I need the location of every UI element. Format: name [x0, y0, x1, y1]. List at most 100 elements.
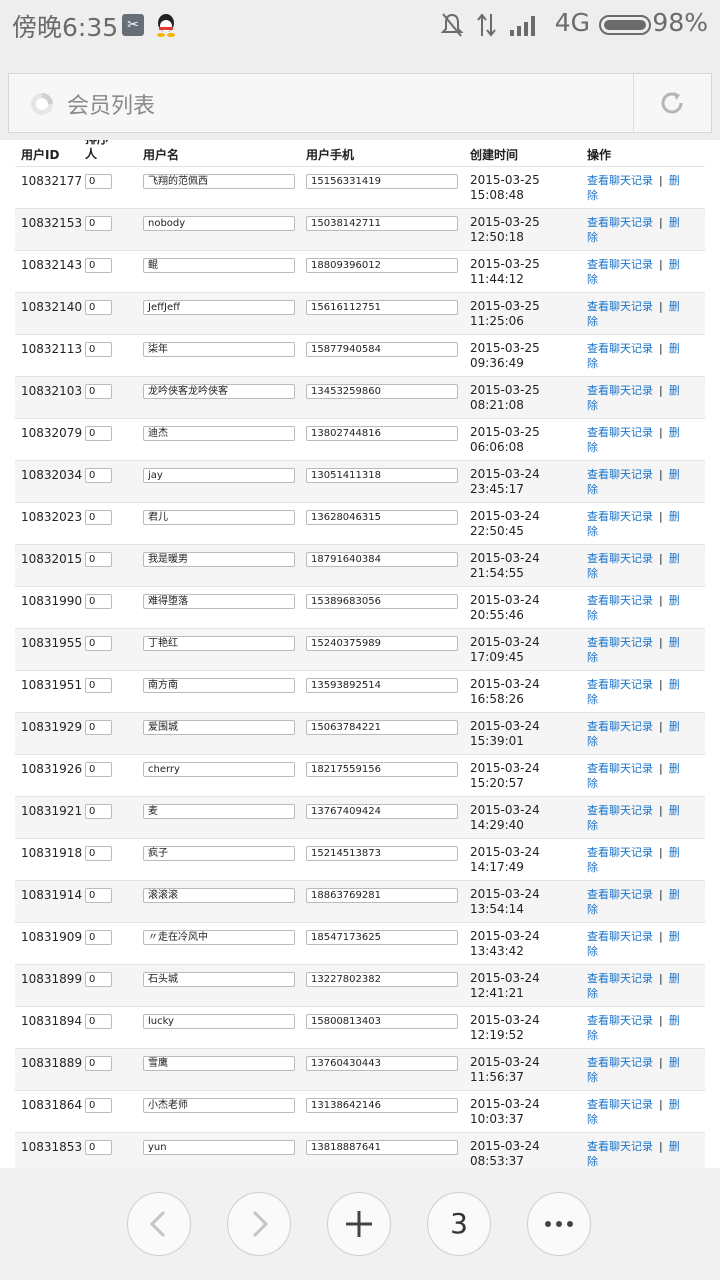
- view-chat-link[interactable]: 查看聊天记录: [587, 636, 653, 649]
- view-chat-link[interactable]: 查看聊天记录: [587, 1056, 653, 1069]
- sort-input[interactable]: 0: [85, 804, 112, 819]
- sort-input[interactable]: 0: [85, 300, 112, 315]
- view-chat-link[interactable]: 查看聊天记录: [587, 972, 653, 985]
- sort-input[interactable]: 0: [85, 1098, 112, 1113]
- phone-input[interactable]: 13802744816: [306, 426, 458, 441]
- username-input[interactable]: 丁艳红: [143, 636, 295, 651]
- sort-input[interactable]: 0: [85, 720, 112, 735]
- view-chat-link[interactable]: 查看聊天记录: [587, 678, 653, 691]
- view-chat-link[interactable]: 查看聊天记录: [587, 174, 653, 187]
- sort-input[interactable]: 0: [85, 342, 112, 357]
- view-chat-link[interactable]: 查看聊天记录: [587, 720, 653, 733]
- sort-input[interactable]: 0: [85, 216, 112, 231]
- sort-input[interactable]: 0: [85, 510, 112, 525]
- sort-input[interactable]: 0: [85, 594, 112, 609]
- forward-button[interactable]: [227, 1192, 291, 1256]
- phone-input[interactable]: 13138642146: [306, 1098, 458, 1113]
- username-input[interactable]: cherry: [143, 762, 295, 777]
- phone-input[interactable]: 15616112751: [306, 300, 458, 315]
- address-bar[interactable]: 会员列表: [8, 73, 712, 133]
- sort-input[interactable]: 0: [85, 762, 112, 777]
- view-chat-link[interactable]: 查看聊天记录: [587, 846, 653, 859]
- sort-input[interactable]: 0: [85, 1140, 112, 1155]
- view-chat-link[interactable]: 查看聊天记录: [587, 300, 653, 313]
- tab-count-button[interactable]: 3: [427, 1192, 491, 1256]
- sort-input[interactable]: 0: [85, 468, 112, 483]
- sort-input[interactable]: 0: [85, 678, 112, 693]
- phone-input[interactable]: 15038142711: [306, 216, 458, 231]
- sort-input[interactable]: 0: [85, 258, 112, 273]
- username-input[interactable]: nobody: [143, 216, 295, 231]
- view-chat-link[interactable]: 查看聊天记录: [587, 426, 653, 439]
- username-input[interactable]: 雪鹰: [143, 1056, 295, 1071]
- phone-input[interactable]: 18547173625: [306, 930, 458, 945]
- sort-input[interactable]: 0: [85, 972, 112, 987]
- username-input[interactable]: 疯子: [143, 846, 295, 861]
- username-input[interactable]: 龙吟侠客龙吟侠客: [143, 384, 295, 399]
- username-input[interactable]: 难得堕落: [143, 594, 295, 609]
- phone-input[interactable]: 13051411318: [306, 468, 458, 483]
- sort-input[interactable]: 0: [85, 888, 112, 903]
- username-input[interactable]: 石头城: [143, 972, 295, 987]
- view-chat-link[interactable]: 查看聊天记录: [587, 1098, 653, 1111]
- view-chat-link[interactable]: 查看聊天记录: [587, 216, 653, 229]
- phone-input[interactable]: 18791640384: [306, 552, 458, 567]
- phone-input[interactable]: 13593892514: [306, 678, 458, 693]
- username-input[interactable]: jay: [143, 468, 295, 483]
- sort-input[interactable]: 0: [85, 426, 112, 441]
- view-chat-link[interactable]: 查看聊天记录: [587, 510, 653, 523]
- username-input[interactable]: 南方南: [143, 678, 295, 693]
- new-tab-button[interactable]: [327, 1192, 391, 1256]
- view-chat-link[interactable]: 查看聊天记录: [587, 468, 653, 481]
- username-input[interactable]: yun: [143, 1140, 295, 1155]
- view-chat-link[interactable]: 查看聊天记录: [587, 258, 653, 271]
- username-input[interactable]: lucky: [143, 1014, 295, 1029]
- view-chat-link[interactable]: 查看聊天记录: [587, 342, 653, 355]
- view-chat-link[interactable]: 查看聊天记录: [587, 1014, 653, 1027]
- username-input[interactable]: 我是暖男: [143, 552, 295, 567]
- phone-input[interactable]: 13227802382: [306, 972, 458, 987]
- phone-input[interactable]: 13628046315: [306, 510, 458, 525]
- phone-input[interactable]: 18863769281: [306, 888, 458, 903]
- username-input[interactable]: 鲲: [143, 258, 295, 273]
- username-input[interactable]: 飞翔的范佩西: [143, 174, 295, 189]
- sort-input[interactable]: 0: [85, 1014, 112, 1029]
- username-input[interactable]: 君儿: [143, 510, 295, 525]
- view-chat-link[interactable]: 查看聊天记录: [587, 930, 653, 943]
- phone-input[interactable]: 13818887641: [306, 1140, 458, 1155]
- phone-input[interactable]: 13453259860: [306, 384, 458, 399]
- username-input[interactable]: 迪杰: [143, 426, 295, 441]
- back-button[interactable]: [127, 1192, 191, 1256]
- phone-input[interactable]: 18809396012: [306, 258, 458, 273]
- sort-input[interactable]: 0: [85, 930, 112, 945]
- sort-input[interactable]: 0: [85, 636, 112, 651]
- sort-input[interactable]: 0: [85, 174, 112, 189]
- menu-button[interactable]: [527, 1192, 591, 1256]
- phone-input[interactable]: 15214513873: [306, 846, 458, 861]
- sort-input[interactable]: 0: [85, 384, 112, 399]
- reload-icon[interactable]: [657, 88, 687, 118]
- phone-input[interactable]: 15800813403: [306, 1014, 458, 1029]
- view-chat-link[interactable]: 查看聊天记录: [587, 1140, 653, 1153]
- phone-input[interactable]: 18217559156: [306, 762, 458, 777]
- phone-input[interactable]: 15877940584: [306, 342, 458, 357]
- phone-input[interactable]: 15240375989: [306, 636, 458, 651]
- username-input[interactable]: JeffJeff: [143, 300, 295, 315]
- view-chat-link[interactable]: 查看聊天记录: [587, 762, 653, 775]
- view-chat-link[interactable]: 查看聊天记录: [587, 384, 653, 397]
- username-input[interactable]: 麦: [143, 804, 295, 819]
- phone-input[interactable]: 15063784221: [306, 720, 458, 735]
- username-input[interactable]: 滚滚滚: [143, 888, 295, 903]
- username-input[interactable]: 〃走在冷风中: [143, 930, 295, 945]
- view-chat-link[interactable]: 查看聊天记录: [587, 804, 653, 817]
- phone-input[interactable]: 15389683056: [306, 594, 458, 609]
- phone-input[interactable]: 13767409424: [306, 804, 458, 819]
- username-input[interactable]: 爱围城: [143, 720, 295, 735]
- view-chat-link[interactable]: 查看聊天记录: [587, 552, 653, 565]
- sort-input[interactable]: 0: [85, 552, 112, 567]
- phone-input[interactable]: 15156331419: [306, 174, 458, 189]
- phone-input[interactable]: 13760430443: [306, 1056, 458, 1071]
- sort-input[interactable]: 0: [85, 846, 112, 861]
- view-chat-link[interactable]: 查看聊天记录: [587, 594, 653, 607]
- username-input[interactable]: 柒年: [143, 342, 295, 357]
